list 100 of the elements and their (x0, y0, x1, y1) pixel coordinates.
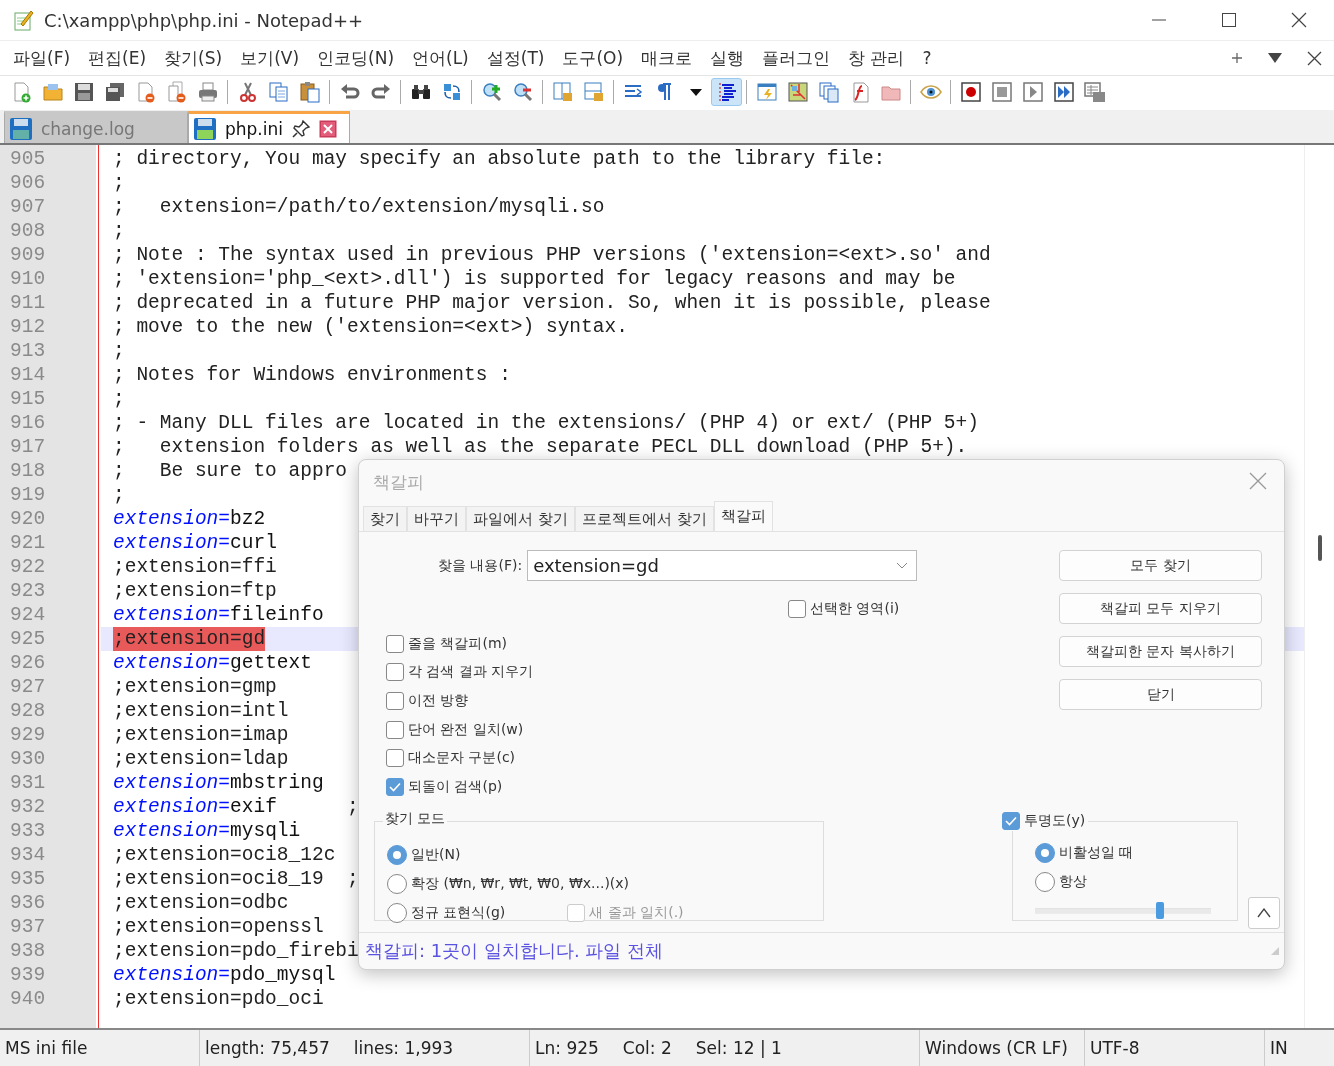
code-comment: ; (347, 795, 359, 819)
slider-thumb[interactable] (1155, 902, 1164, 920)
checkbox-label: 선택한 영역(i) (810, 600, 900, 619)
dialog-tab[interactable]: 프로젝트에서 찾기 (574, 506, 714, 531)
code-key: extension= (113, 531, 231, 555)
pin-icon[interactable] (291, 118, 311, 139)
checkbox[interactable] (386, 749, 404, 768)
code-text: ;extension=gmp (113, 675, 277, 699)
line-number: 920 (9, 507, 47, 531)
close-icon (1249, 471, 1267, 490)
copy-icon (267, 81, 290, 103)
resize-grip-icon[interactable] (1270, 946, 1280, 956)
status-text: Col: 2 (622, 1038, 672, 1058)
code-text: ; (113, 387, 125, 411)
menu-item[interactable]: 편집(E) (79, 42, 156, 74)
dialog-tab[interactable]: 파일에서 찾기 (466, 506, 575, 531)
chevron-down-icon (896, 561, 909, 570)
code-text: ; (113, 339, 125, 363)
status-text: Windows (CR LF) (925, 1038, 1068, 1058)
dialog-tab[interactable]: 바꾸기 (407, 506, 466, 531)
dialog-button[interactable]: 책갈피 모두 지우기 (1059, 593, 1262, 624)
menu-item[interactable]: 찾기(S) (155, 42, 232, 74)
radio-label: 비활성일 때 (1059, 843, 1134, 862)
search-field[interactable]: extension=gd (527, 550, 918, 581)
line-number: 938 (9, 939, 47, 963)
plus-icon[interactable] (1231, 52, 1243, 64)
checkbox[interactable] (386, 692, 404, 711)
dialog-tab[interactable]: 책갈피 (713, 501, 773, 531)
line-number: 931 (9, 771, 47, 795)
map-icon (786, 81, 809, 103)
printer-icon (196, 81, 219, 103)
line-number: 910 (9, 267, 47, 291)
status-text: UTF-8 (1090, 1038, 1140, 1058)
menu-item[interactable]: 플러그인 (753, 42, 840, 74)
file-tab[interactable]: php.ini (188, 111, 350, 143)
line-number: 923 (9, 579, 47, 603)
checkbox-label: 되돌이 검색(p) (408, 777, 503, 796)
menu-item[interactable]: 창 관리 (839, 42, 914, 74)
menu-item[interactable]: 보기(V) (231, 42, 309, 74)
menu-item[interactable]: 파일(F) (4, 42, 80, 74)
radio-button[interactable] (387, 844, 407, 865)
code-key: extension= (113, 963, 231, 987)
checkbox-label: 새 줄과 일치(.) (589, 903, 684, 922)
status-text: IN (1270, 1038, 1288, 1058)
radio-button[interactable] (387, 902, 407, 923)
menu-item[interactable]: 도구(O) (553, 42, 633, 74)
documents-icon (817, 81, 840, 103)
menu-item[interactable]: 인코딩(N) (308, 42, 403, 74)
code-text: ;extension=pdo_firebi (113, 939, 359, 963)
window-title: C:\xampp\php\php.ini - Notepad++ (44, 9, 365, 31)
code-text: ; Notes for Windows environments : (113, 363, 511, 387)
dialog-button[interactable]: 닫기 (1059, 679, 1262, 710)
line-number: 909 (9, 243, 47, 267)
caret-down-icon[interactable] (1267, 52, 1283, 64)
toolbar-button[interactable] (711, 78, 742, 106)
menu-item[interactable]: 언어(L) (403, 42, 478, 74)
close-icon[interactable] (1307, 50, 1322, 66)
close-icon[interactable] (319, 119, 337, 138)
collapse-button[interactable] (1248, 897, 1280, 930)
code-value: bz2 (230, 507, 266, 531)
line-number: 918 (9, 459, 47, 483)
dialog-button[interactable]: 책갈피한 문자 복사하기 (1059, 636, 1262, 667)
code-key: extension= (113, 507, 231, 531)
checkbox-label: 단어 완전 일치(w) (408, 720, 524, 739)
folder-icon (41, 81, 64, 103)
record-icon (959, 81, 982, 103)
line-number: 939 (9, 963, 47, 987)
code-text: ;extension=ftp (113, 579, 277, 603)
notepad-icon (12, 9, 34, 31)
line-number: 928 (9, 699, 47, 723)
code-text: ; extension=/path/to/extension/mysqli.so (113, 195, 605, 219)
checkbox[interactable] (1002, 812, 1020, 831)
checkbox[interactable] (386, 720, 404, 739)
radio-button[interactable] (1035, 871, 1055, 892)
code-text: ;extension=odbc (113, 891, 289, 915)
radio-button[interactable] (387, 873, 407, 894)
dialog-title: 책갈피 (373, 470, 424, 494)
radio-button[interactable] (1035, 842, 1055, 863)
code-value: exif (230, 795, 277, 819)
code-text: ;extension=imap (113, 723, 289, 747)
line-number: 921 (9, 531, 47, 555)
code-key: extension= (113, 603, 231, 627)
menu-item[interactable]: ? (913, 44, 941, 72)
status-text: Ln: 925 (535, 1038, 599, 1058)
menu-item[interactable]: 매크로 (632, 42, 702, 74)
line-number: 911 (9, 291, 47, 315)
menu-item[interactable]: 설정(T) (477, 42, 554, 74)
code-value: fileinfo (230, 603, 324, 627)
dialog-tab[interactable]: 찾기 (363, 506, 407, 531)
checkbox[interactable] (788, 600, 806, 619)
code-value: mysqli (230, 819, 301, 843)
checkbox[interactable] (386, 663, 404, 682)
checkbox[interactable] (386, 777, 404, 796)
grid-icon (1083, 81, 1106, 103)
line-number: 932 (9, 795, 47, 819)
checkbox[interactable] (386, 634, 404, 653)
dialog-button[interactable]: 모두 찾기 (1059, 550, 1262, 581)
clipboard-icon (298, 81, 321, 103)
line-number: 926 (9, 651, 47, 675)
menu-item[interactable]: 실행 (701, 42, 754, 74)
